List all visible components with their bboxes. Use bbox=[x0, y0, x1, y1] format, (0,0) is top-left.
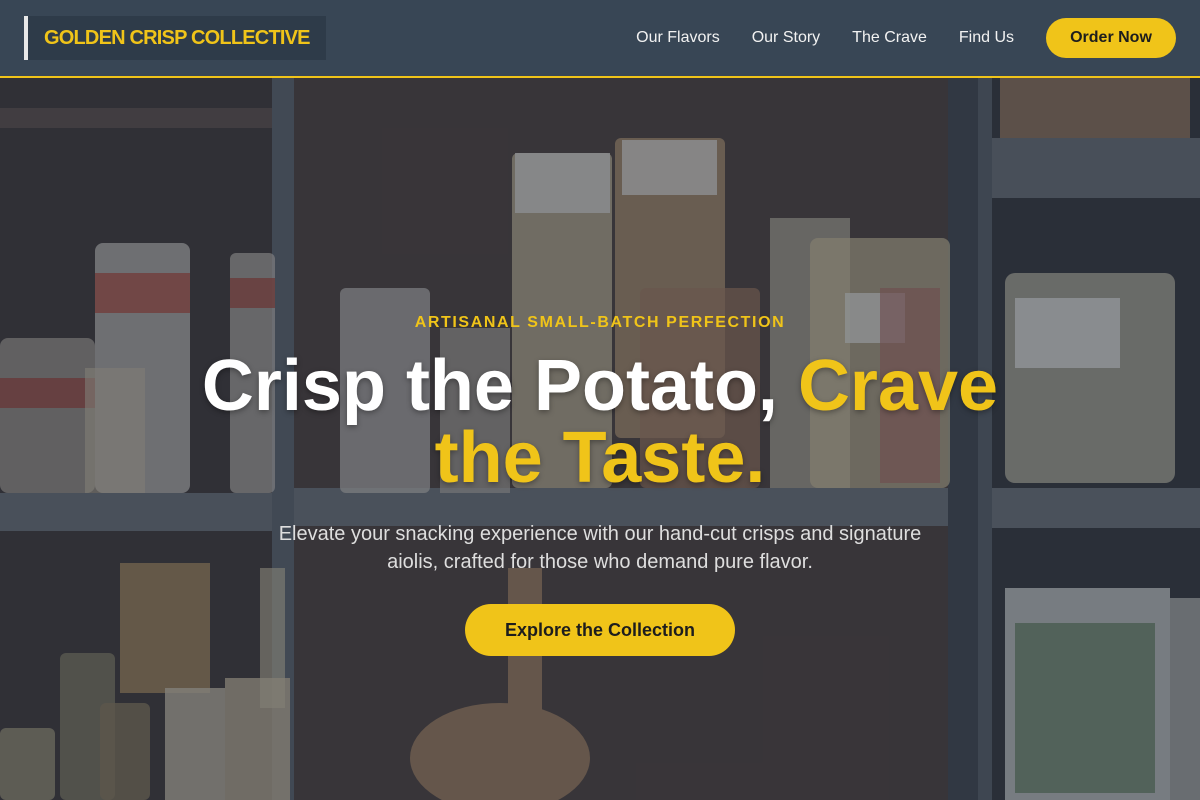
order-now-button[interactable]: Order Now bbox=[1046, 18, 1176, 58]
headline-accent-taste: the Taste. bbox=[434, 418, 766, 498]
nav-link-our-flavors[interactable]: Our Flavors bbox=[636, 29, 720, 47]
hero-headline: Crisp the Potato, Crave the Taste. bbox=[0, 350, 1200, 494]
hero-content: ARTISANAL SMALL-BATCH PERFECTION Crisp t… bbox=[0, 78, 1200, 800]
explore-collection-button[interactable]: Explore the Collection bbox=[465, 604, 735, 656]
brand-name: GOLDEN CRISP COLLECTIVE bbox=[44, 26, 311, 49]
nav-links: Our Flavors Our Story The Crave Find Us … bbox=[636, 18, 1176, 58]
hero-section: ARTISANAL SMALL-BATCH PERFECTION Crisp t… bbox=[0, 78, 1200, 800]
nav-link-our-story[interactable]: Our Story bbox=[752, 29, 820, 47]
nav-link-the-crave[interactable]: The Crave bbox=[852, 29, 927, 47]
nav-link-find-us[interactable]: Find Us bbox=[959, 29, 1014, 47]
hero-subtext: Elevate your snacking experience with ou… bbox=[278, 523, 922, 573]
navbar: GOLDEN CRISP COLLECTIVE Our Flavors Our … bbox=[0, 0, 1200, 78]
hero-eyebrow: ARTISANAL SMALL-BATCH PERFECTION bbox=[414, 314, 786, 331]
headline-accent-crave: Crave bbox=[797, 346, 999, 426]
headline-text: Crisp the Potato, bbox=[201, 346, 798, 426]
brand-logo[interactable]: GOLDEN CRISP COLLECTIVE bbox=[24, 16, 326, 60]
